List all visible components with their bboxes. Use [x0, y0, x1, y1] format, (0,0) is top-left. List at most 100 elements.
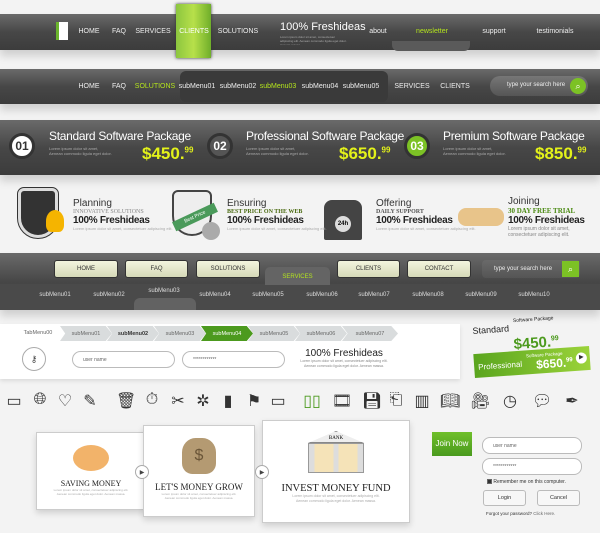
signin-password-input[interactable]: ************: [482, 458, 582, 475]
nav3-contact-button[interactable]: CONTACT: [407, 260, 471, 278]
signin-username-input[interactable]: user name: [482, 437, 582, 454]
nav3-faq-button[interactable]: FAQ: [125, 260, 188, 278]
card-next-button[interactable]: ▶: [255, 465, 269, 479]
nav3-clients-button[interactable]: CLIENTS: [337, 260, 400, 278]
nav3-submenu[interactable]: subMenu10: [518, 292, 549, 298]
card-title: INVEST MONEY FUND: [281, 483, 391, 494]
feature-brand: 100% Freshideas: [73, 215, 150, 226]
newsletter-indicator: [392, 41, 470, 51]
package-price: $450.99: [142, 144, 193, 164]
tab-01[interactable]: subMenu01: [60, 326, 112, 341]
nav3-services-tab[interactable]: SERVICES: [265, 267, 330, 285]
nav-clients[interactable]: CLIENTS: [179, 28, 209, 35]
nav3-submenu-active[interactable]: subMenu03: [148, 288, 179, 294]
feature-brand: 100% Freshideas: [376, 215, 453, 226]
nav3-submenu[interactable]: subMenu01: [39, 292, 70, 298]
tab-03[interactable]: subMenu03: [154, 326, 206, 341]
nav2-submenu-05[interactable]: subMenu05: [343, 83, 380, 90]
card-saving-money: SAVING MONEY Lorem ipsum dolor sit amet,…: [36, 432, 146, 510]
tag-cents: 99: [565, 357, 573, 364]
nav3-submenu[interactable]: subMenu06: [306, 292, 337, 298]
tab-02[interactable]: subMenu02: [107, 326, 159, 341]
tab-07[interactable]: subMenu07: [342, 326, 398, 341]
tab-06[interactable]: subMenu06: [295, 326, 347, 341]
nav2-home[interactable]: HOME: [79, 83, 100, 90]
link-newsletter[interactable]: newsletter: [416, 28, 448, 35]
bomb-icon: [202, 222, 220, 240]
nav3-submenu[interactable]: subMenu05: [252, 292, 283, 298]
price-main: $650.: [339, 144, 382, 163]
nav2-services[interactable]: SERVICES: [394, 83, 429, 90]
package-title: Professional Software Package: [246, 129, 405, 143]
nav2-submenu-01[interactable]: subMenu01: [179, 83, 216, 90]
click-here-link[interactable]: Click Here.: [533, 511, 555, 516]
nav-faq[interactable]: FAQ: [112, 28, 126, 35]
card-title: SAVING MONEY: [60, 479, 122, 488]
feature-brand: 100% Freshideas: [227, 215, 304, 226]
nav2-faq[interactable]: FAQ: [112, 83, 126, 90]
nav2-submenu-03[interactable]: subMenu03: [260, 83, 297, 90]
nav3-submenu[interactable]: subMenu07: [358, 292, 389, 298]
feature-text: Lorem ipsum dolor sit amet, consectetuer…: [508, 226, 570, 238]
tab-00[interactable]: TabMenu00: [14, 326, 62, 341]
link-testimonials[interactable]: testimonials: [537, 28, 574, 35]
search-icon[interactable]: ⌕: [562, 261, 579, 277]
card-text: Aenean commodo ligula eget dolor. Aenean…: [56, 492, 126, 496]
nav2-solutions[interactable]: SOLUTIONS: [135, 83, 175, 90]
remember-checkbox[interactable]: [487, 479, 492, 485]
book-icon: 📖︎: [440, 393, 461, 410]
nav3-solutions-button[interactable]: SOLUTIONS: [196, 260, 260, 278]
submenu-row: [0, 284, 600, 310]
brand-text: Aenean commodo ligula eget dolor. Aenean…: [304, 364, 384, 368]
tag-price: $650.: [535, 355, 567, 372]
active-submenu-indicator: [134, 298, 196, 310]
package-number-02: 02: [207, 133, 233, 159]
remember-me[interactable]: Remember me on this computer.: [487, 479, 566, 485]
link-about[interactable]: about: [369, 28, 387, 35]
nav2-submenu-04[interactable]: subMenu04: [302, 83, 339, 90]
window-cursor-icon: ▭: [6, 393, 22, 410]
trash-icon: 🗑︎: [116, 393, 137, 410]
package-title: Premium Software Package: [443, 129, 585, 143]
username-input[interactable]: user name: [72, 351, 175, 368]
nav3-submenu[interactable]: subMenu02: [93, 292, 124, 298]
piggy-bank-icon: [73, 445, 109, 471]
nav-services[interactable]: SERVICES: [135, 28, 170, 35]
password-input[interactable]: ************: [182, 351, 285, 368]
card-money-grow: $ LET'S MONEY GROW Lorem ipsum dolor sit…: [143, 425, 255, 517]
nav3-submenu[interactable]: subMenu09: [465, 292, 496, 298]
feature-title: Planning: [73, 198, 112, 209]
join-now-button[interactable]: Join Now: [432, 432, 472, 456]
tab-05[interactable]: subMenu05: [248, 326, 300, 341]
freshideas-block: 100% Freshideas Lorem ipsum dolor sit ame…: [299, 348, 389, 369]
play-icon[interactable]: ▶: [575, 352, 588, 364]
card-invest-money: BANK INVEST MONEY FUND Lorem ipsum dolor…: [262, 420, 410, 523]
nav3-submenu[interactable]: subMenu08: [412, 292, 443, 298]
package-desc: Lorem ipsum dolor sit amet, Aenean commod…: [443, 146, 506, 156]
feature-title: Ensuring: [227, 198, 267, 209]
lightbulb-icon: [46, 210, 64, 232]
tag-label: Software Package: [512, 315, 554, 325]
feature-brand: 100% Freshideas: [508, 215, 585, 226]
search-icon[interactable]: ⌕: [570, 78, 586, 94]
login-button[interactable]: Login: [483, 490, 526, 506]
nav2-clients[interactable]: CLIENTS: [440, 83, 470, 90]
feature-joining: Joining 30 DAY FREE TRIAL 100% Freshideas L…: [508, 196, 598, 238]
feature-title: Offering: [376, 198, 412, 209]
stopwatch-icon: ⏱︎: [145, 391, 159, 408]
logo-door-icon: [56, 22, 68, 40]
price-main: $450.: [142, 144, 185, 163]
globe-upload-icon: 🌐︎: [33, 391, 47, 408]
tag-name: Professional: [477, 359, 523, 372]
nav-solutions[interactable]: SOLUTIONS: [218, 28, 258, 35]
card-next-button[interactable]: ▶: [135, 465, 149, 479]
cancel-button[interactable]: Cancel: [537, 490, 580, 506]
link-support[interactable]: support: [482, 28, 505, 35]
tab-04-active[interactable]: subMenu04: [201, 326, 253, 341]
card-title: LET'S MONEY GROW: [155, 482, 243, 492]
nav-home[interactable]: HOME: [79, 28, 100, 35]
nav3-home-button[interactable]: HOME: [54, 260, 118, 278]
nav2-submenu-02[interactable]: subMenu02: [220, 83, 257, 90]
nav3-submenu[interactable]: subMenu04: [199, 292, 230, 298]
bank-building-icon: [308, 443, 364, 473]
